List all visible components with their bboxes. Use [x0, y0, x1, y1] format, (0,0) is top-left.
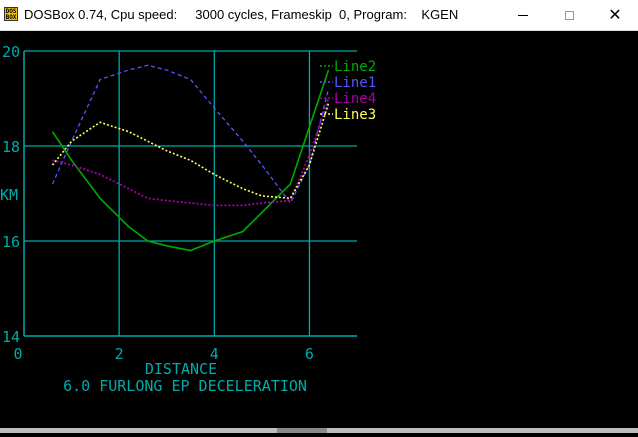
y-tick-label: 20 — [2, 43, 20, 61]
legend-label: Line3 — [334, 107, 376, 123]
dos-screen: 14 16 18 20 0 2 4 6 KM DISTANCE 6.0 FURLONG EP DEC… — [0, 31, 638, 433]
scrollbar-thumb[interactable] — [277, 428, 327, 433]
maximize-button[interactable] — [546, 0, 592, 30]
legend-label: Line2 — [334, 59, 376, 75]
y-tick-label: 14 — [2, 328, 20, 346]
x-axis-label: DISTANCE — [145, 360, 217, 378]
window-title: DOSBox 0.74, Cpu speed: 3000 cycles, Fra… — [24, 7, 459, 22]
x-tick-label: 0 — [13, 345, 22, 363]
x-tick-label: 2 — [115, 345, 124, 363]
minimize-icon — [518, 14, 528, 16]
legend-label: Line4 — [334, 91, 376, 107]
close-button[interactable]: ✕ — [592, 0, 638, 30]
series-line-line2 — [51, 69, 330, 252]
y-axis-label: KM — [0, 186, 18, 204]
y-tick-label: 16 — [2, 233, 20, 251]
chart-title: 6.0 FURLONG EP DECELERATION — [63, 377, 307, 395]
window-title-bar: DOS BOX DOSBox 0.74, Cpu speed: 3000 cyc… — [0, 0, 638, 31]
close-icon: ✕ — [608, 5, 622, 24]
horizontal-scrollbar[interactable] — [0, 428, 638, 433]
maximize-icon — [564, 10, 574, 20]
series-line-line1 — [51, 64, 330, 205]
dosbox-app-icon: DOS BOX — [4, 7, 18, 21]
minimize-button[interactable] — [500, 0, 546, 30]
legend-label: Line1 — [334, 75, 376, 91]
y-tick-label: 18 — [2, 138, 20, 156]
line-chart: 141618200 2 4 6KMDISTANCE6.0 FURLONG EP DEC… — [0, 43, 376, 395]
x-tick-label: 6 — [305, 345, 314, 363]
series-line-line3 — [51, 103, 330, 200]
